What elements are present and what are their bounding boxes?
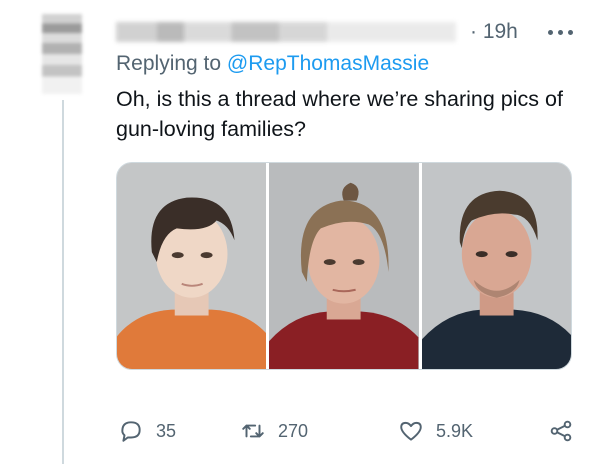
share-icon xyxy=(550,420,572,442)
replying-to-label: Replying to xyxy=(116,52,227,75)
replying-to-handle[interactable]: @RepThomasMassie xyxy=(227,52,429,75)
reply-button[interactable]: 35 xyxy=(118,418,176,444)
like-count: 5.9K xyxy=(436,420,474,441)
tweet-timestamp[interactable]: · 19h xyxy=(470,20,518,44)
like-button[interactable]: 5.9K xyxy=(398,418,473,444)
tweet-header: · 19h xyxy=(116,18,574,46)
reply-count: 35 xyxy=(156,420,177,441)
retweet-count: 270 xyxy=(278,420,309,441)
avatar[interactable] xyxy=(42,14,82,94)
thread-line xyxy=(62,100,64,464)
photo-mugshot-man[interactable] xyxy=(421,163,571,369)
retweet-button[interactable]: 270 xyxy=(240,418,308,444)
photo-mugshot-teen[interactable] xyxy=(117,163,267,369)
tweet-actions: 35 270 5.9K xyxy=(116,418,586,450)
redacted-username[interactable] xyxy=(116,22,456,42)
more-options-icon[interactable] xyxy=(548,26,574,38)
replying-to: Replying to @RepThomasMassie xyxy=(116,52,429,76)
photo-mugshot-woman[interactable] xyxy=(269,163,419,369)
tweet-text: Oh, is this a thread where we’re sharing… xyxy=(116,87,563,141)
media-grid xyxy=(116,162,572,370)
heart-icon xyxy=(400,421,422,441)
reply-icon xyxy=(121,421,141,442)
share-button[interactable] xyxy=(548,418,574,444)
retweet-icon xyxy=(242,424,264,438)
